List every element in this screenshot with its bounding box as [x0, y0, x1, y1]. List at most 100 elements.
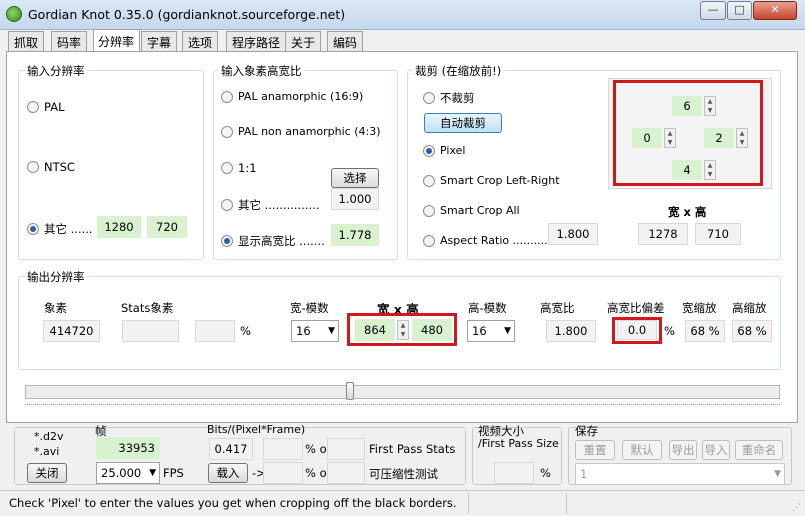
tab-subtitles[interactable]: 字幕 — [141, 31, 178, 51]
close-button[interactable]: 关闭 — [27, 463, 67, 483]
status-bar: Check 'Pixel' to enter the values you ge… — [0, 490, 805, 516]
crop-bottom-field[interactable]: 4 — [672, 160, 702, 180]
crop-top-spinner[interactable]: ▲ ▼ — [704, 96, 716, 116]
output-resolution-title: 输出分辨率 — [25, 269, 87, 285]
crop-right-field[interactable]: 2 — [704, 128, 734, 148]
rename-button[interactable]: 重命名 — [735, 440, 783, 460]
crop-top-field[interactable]: 6 — [672, 96, 702, 116]
save-label: 保存 — [575, 424, 598, 438]
tab-bitrate[interactable]: 码率 — [51, 31, 88, 51]
width-scale-label: 宽缩放 — [682, 301, 717, 315]
radio-ntsc[interactable]: NTSC — [27, 160, 75, 174]
window-title: Gordian Knot 0.35.0 (gordianknot.sourcef… — [28, 7, 346, 22]
stats-percent-field — [195, 320, 235, 342]
tab-about[interactable]: 关于 — [285, 31, 322, 51]
height-scale-label: 高缩放 — [732, 301, 767, 315]
radio-smart-crop-all[interactable]: Smart Crop All — [423, 204, 520, 217]
crop-aspect-ratio-field: 1.800 — [548, 223, 598, 245]
radio-pixel[interactable]: Pixel — [423, 144, 465, 157]
output-width-spinner[interactable]: ▲ ▼ — [397, 320, 409, 340]
height-mod-select[interactable]: 16 ▼ — [467, 320, 515, 342]
tab-capture[interactable]: 抓取 — [8, 31, 45, 51]
output-width-field[interactable]: 864 — [355, 319, 395, 341]
radio-ratio-1-1[interactable]: 1:1 — [221, 161, 257, 175]
resolution-slider-track[interactable] — [25, 385, 780, 399]
status-separator-2 — [566, 493, 567, 513]
bpp-field: 0.417 — [209, 438, 253, 460]
save-profile-select[interactable]: 1 ▼ — [575, 463, 785, 485]
crop-left-field[interactable]: 0 — [632, 128, 662, 148]
ext-avi: *.avi — [34, 445, 60, 458]
compress-test-label: 可压缩性测试 — [369, 467, 438, 481]
width-mod-label: 宽-模数 — [290, 301, 329, 315]
video-size-percent: % — [540, 466, 551, 480]
frames-field: 33953 — [96, 437, 160, 459]
crop-right-spinner[interactable]: ▲ ▼ — [736, 128, 748, 148]
crop-bottom-spinner[interactable]: ▲ ▼ — [704, 160, 716, 180]
import-button[interactable]: 导入 — [702, 440, 730, 460]
width-scale-field: 68 % — [685, 320, 725, 342]
aspect-label: 高宽比 — [540, 301, 575, 315]
minimize-button[interactable]: — — [700, 1, 726, 20]
height-mod-label: 高-模数 — [468, 301, 507, 315]
radio-aspect-ratio[interactable]: Aspect Ratio ........... — [423, 234, 551, 247]
radio-pal-anamorphic[interactable]: PAL anamorphic (16:9) — [221, 90, 363, 103]
tab-paths[interactable]: 程序路径 — [226, 31, 287, 51]
crop-title: 裁剪 (在缩放前!) — [413, 63, 504, 79]
crop-width-field: 1278 — [638, 223, 688, 245]
maximize-button[interactable]: □ — [727, 1, 752, 20]
other-aspect-field[interactable]: 1.000 — [331, 188, 379, 210]
export-button[interactable]: 导出 — [669, 440, 697, 460]
default-button[interactable]: 默认 — [622, 440, 662, 460]
crop-wh-label: 宽 x 高 — [668, 205, 707, 219]
tab-encode[interactable]: 编码 — [327, 31, 364, 51]
first-pass-stats-label: First Pass Stats — [369, 442, 456, 456]
input-height-field[interactable]: 720 — [147, 216, 187, 238]
crop-left-spinner[interactable]: ▲ ▼ — [664, 128, 676, 148]
input-aspect-title: 输入象素高宽比 — [219, 63, 304, 79]
radio-other-aspect[interactable]: 其它 ............... — [221, 197, 320, 213]
aspect-error-field: 0.0 — [617, 320, 657, 340]
pixels-field: 414720 — [43, 320, 100, 342]
first-pass-field — [263, 438, 303, 460]
title-bar: Gordian Knot 0.35.0 (gordianknot.sourcef… — [0, 0, 805, 30]
load-button[interactable]: 载入 — [208, 463, 248, 483]
aspect-error-label: 高宽比偏差 — [607, 301, 665, 315]
tab-resolution[interactable]: 分辨率 — [93, 29, 141, 52]
aspect-field: 1.800 — [546, 320, 596, 342]
stats-pixels-label: Stats象素 — [121, 301, 174, 315]
compress-field — [263, 462, 303, 484]
radio-show-aspect[interactable]: 显示高宽比 ....... — [221, 233, 325, 249]
status-text: Check 'Pixel' to enter the values you ge… — [9, 496, 457, 510]
aspect-error-percent: % — [664, 324, 675, 338]
radio-no-crop[interactable]: 不裁剪 — [423, 90, 475, 106]
resolution-slider-thumb[interactable] — [345, 382, 354, 400]
width-mod-select[interactable]: 16 ▼ — [291, 320, 339, 342]
status-separator — [468, 493, 469, 513]
radio-other-resolution[interactable]: 其它 ...... — [27, 221, 93, 237]
radio-pal-non-anamorphic[interactable]: PAL non anamorphic (4:3) — [221, 125, 381, 138]
auto-crop-button[interactable]: 自动裁剪 — [424, 113, 502, 133]
compress-pct-field — [327, 462, 365, 484]
output-height-field[interactable]: 480 — [412, 319, 452, 341]
select-aspect-button[interactable]: 选择 — [331, 168, 379, 188]
reset-button[interactable]: 重置 — [575, 440, 615, 460]
close-window-button[interactable]: ✕ — [753, 1, 797, 20]
height-scale-field: 68 % — [732, 320, 772, 342]
show-aspect-field: 1.778 — [331, 224, 379, 246]
stats-pixels-field — [122, 320, 179, 342]
ext-d2v: *.d2v — [34, 430, 64, 443]
bpp-label: Bits/(Pixel*Frame) — [207, 423, 306, 436]
slider-ticks — [25, 404, 780, 407]
input-width-field[interactable]: 1280 — [97, 216, 141, 238]
resize-grip-icon[interactable]: ⋰ — [792, 503, 801, 513]
first-pass-pct-field — [327, 438, 365, 460]
radio-pal[interactable]: PAL — [27, 100, 64, 114]
radio-smart-crop-lr[interactable]: Smart Crop Left-Right — [423, 174, 560, 187]
first-pass-size-label: /First Pass Size — [478, 437, 559, 450]
app-icon — [6, 6, 22, 22]
stats-percent-sign: % — [240, 324, 251, 338]
fps-select[interactable]: 25.000 ▼ — [96, 462, 160, 484]
crop-height-field: 710 — [695, 223, 741, 245]
tab-options[interactable]: 选项 — [182, 31, 219, 51]
